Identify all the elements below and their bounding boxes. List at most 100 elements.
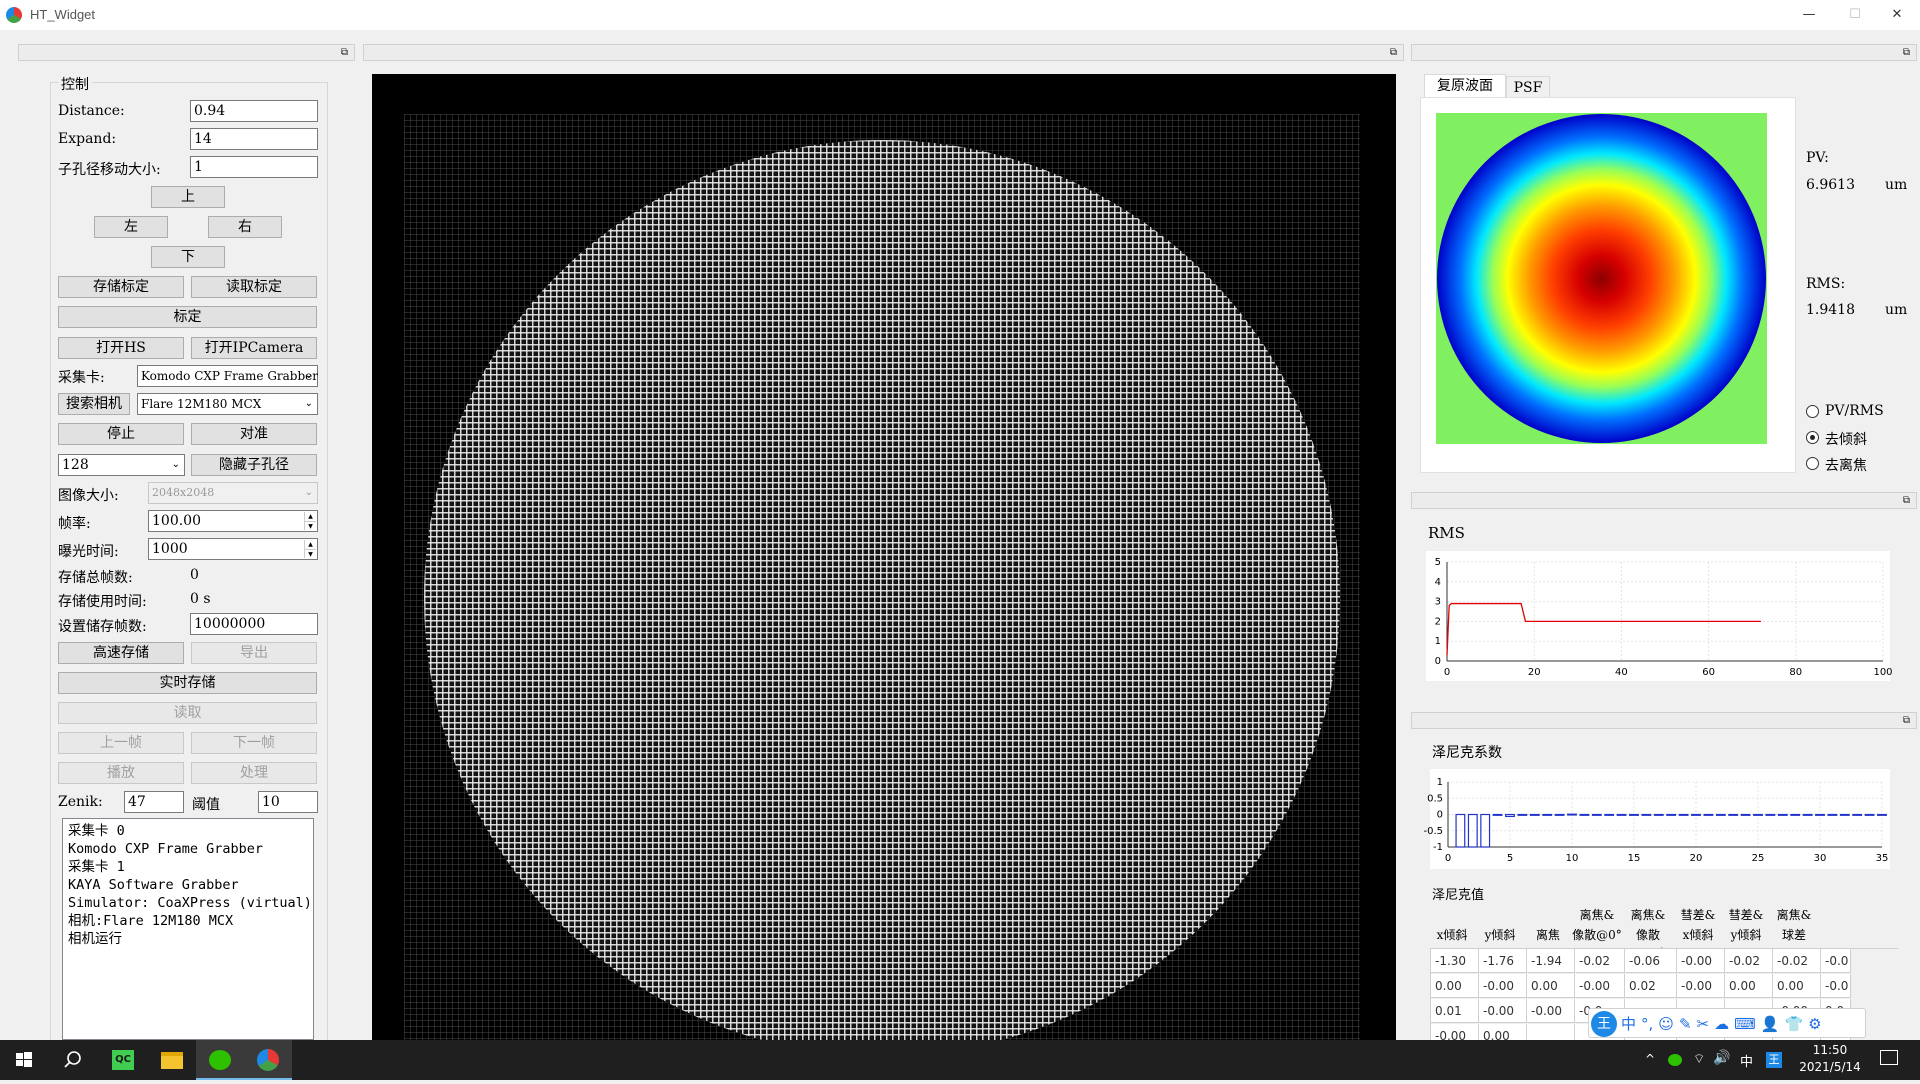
radio-pv-rms[interactable] — [1806, 405, 1819, 418]
zernike-table-cell[interactable]: -0.02 — [1575, 949, 1625, 973]
control-dock-header[interactable]: ⧉ — [18, 44, 355, 61]
move-down-button[interactable]: 下 — [151, 246, 225, 268]
camera-select[interactable]: Flare 12M180 MCX ⌄ — [137, 393, 318, 415]
zernike-table-cell[interactable]: 0.02 — [1625, 974, 1677, 998]
start-button[interactable] — [0, 1040, 48, 1080]
search-button[interactable] — [48, 1040, 96, 1080]
ime-cloud-icon[interactable]: ☁ — [1714, 1013, 1729, 1035]
process-button[interactable]: 处理 — [191, 762, 317, 784]
align-button[interactable]: 对准 — [191, 423, 317, 445]
minimize-button[interactable]: — — [1786, 0, 1832, 30]
set-frames-input[interactable]: 10000000 — [190, 613, 318, 635]
zernike-table-cell[interactable]: -0.00 — [1575, 974, 1625, 998]
ime-user-icon[interactable]: 👤 — [1761, 1013, 1780, 1035]
zernike-table-cell[interactable]: 0.00 — [1773, 974, 1821, 998]
move-right-button[interactable]: 右 — [208, 216, 282, 238]
open-hs-button[interactable]: 打开HS — [58, 337, 184, 359]
realtime-save-button[interactable]: 实时存储 — [58, 672, 317, 694]
high-speed-save-button[interactable]: 高速存储 — [58, 642, 184, 664]
maximize-button[interactable]: ☐ — [1832, 0, 1878, 30]
tray-wechat-icon[interactable] — [1668, 1054, 1682, 1066]
move-left-button[interactable]: 左 — [94, 216, 168, 238]
zernike-table-cell[interactable]: 0.00 — [1725, 974, 1773, 998]
rms-dock-header[interactable]: ⧉ — [1411, 492, 1917, 509]
zernike-table-cell[interactable]: -1.30 — [1431, 949, 1479, 973]
zernike-table-cell[interactable]: -0.00 — [1479, 999, 1527, 1023]
spin-up-icon[interactable]: ▲ — [304, 512, 316, 521]
stop-button[interactable]: 停止 — [58, 423, 184, 445]
zernike-table-cell[interactable]: -0.02 — [1773, 949, 1821, 973]
tray-language[interactable]: 中 — [1740, 1051, 1753, 1070]
wifi-icon[interactable]: ⌔ — [1693, 1051, 1705, 1067]
zernike-table-cell[interactable]: -0.0 — [1821, 974, 1851, 998]
zernike-table-cell[interactable]: -0.0 — [1821, 949, 1851, 973]
ime-skin-icon[interactable]: 👕 — [1784, 1013, 1803, 1035]
zernike-table-cell[interactable]: -0.00 — [1479, 974, 1527, 998]
search-camera-button[interactable]: 搜索相机 — [58, 393, 130, 415]
notification-icon[interactable] — [1880, 1050, 1898, 1065]
radio-remove-tilt[interactable] — [1806, 431, 1819, 444]
exposure-spinbox[interactable]: 1000 ▲ ▼ — [148, 538, 318, 560]
ime-mode-icon[interactable]: 中 — [1621, 1013, 1636, 1035]
hide-aperture-button[interactable]: 隐藏子孔径 — [191, 454, 317, 476]
ime-emoji-icon[interactable]: ☺ — [1658, 1013, 1674, 1035]
zernike-table-cell[interactable]: -0.06 — [1625, 949, 1677, 973]
ime-logo-icon[interactable]: 王 — [1591, 1011, 1617, 1037]
zernike-table-cell[interactable]: -0.00 — [1431, 1024, 1479, 1040]
export-button[interactable]: 导出 — [191, 642, 317, 664]
zenik-input[interactable]: 47 — [124, 791, 184, 813]
ime-punct-icon[interactable]: °, — [1641, 1013, 1653, 1035]
volume-icon[interactable]: 🔊 — [1713, 1050, 1730, 1066]
clock-date[interactable]: 2021/5/14 — [1798, 1060, 1862, 1074]
zernike-table-cell[interactable]: 0.01 — [1431, 999, 1479, 1023]
zernike-table-cell[interactable]: 0.00 — [1431, 974, 1479, 998]
ime-toolbar[interactable]: 王 中 °, ☺ ✎ ✂ ☁ ⌨ 👤 👕 ⚙ — [1588, 1008, 1866, 1038]
image-dock-header[interactable]: ⧉ — [363, 44, 1404, 61]
zernike-table-cell[interactable]: 0.00 — [1527, 974, 1575, 998]
spin-down-icon[interactable]: ▼ — [304, 521, 316, 530]
read-button[interactable]: 读取 — [58, 702, 317, 724]
expand-input[interactable]: 14 — [190, 128, 318, 150]
clock-time[interactable]: 11:50 — [1798, 1043, 1862, 1057]
save-calibration-button[interactable]: 存储标定 — [58, 276, 184, 298]
zernike-table-cell[interactable]: -1.94 — [1527, 949, 1575, 973]
prev-frame-button[interactable]: 上一帧 — [58, 732, 184, 754]
undock-icon[interactable]: ⧉ — [1903, 713, 1910, 729]
play-button[interactable]: 播放 — [58, 762, 184, 784]
taskbar-qt-creator[interactable]: QC — [100, 1040, 148, 1080]
distance-input[interactable]: 0.94 — [190, 100, 318, 122]
calibrate-button[interactable]: 标定 — [58, 306, 317, 328]
log-output[interactable]: 采集卡 0 Komodo CXP Frame Grabber 采集卡 1 KAYA S… — [62, 818, 314, 1040]
undock-icon[interactable]: ⧉ — [341, 45, 348, 61]
camera-image-view[interactable] — [372, 74, 1396, 1040]
undock-icon[interactable]: ⧉ — [1903, 45, 1910, 61]
tab-psf[interactable]: PSF — [1506, 76, 1550, 97]
undock-icon[interactable]: ⧉ — [1903, 493, 1910, 509]
zernike-table-cell[interactable]: -0.02 — [1725, 949, 1773, 973]
grabber-select[interactable]: Komodo CXP Frame Grabber ⌄ — [137, 365, 318, 387]
zernike-table-cell[interactable]: -1.76 — [1479, 949, 1527, 973]
tray-chevron-icon[interactable]: ^ — [1645, 1052, 1655, 1066]
wavefront-dock-header[interactable]: ⧉ — [1411, 44, 1917, 61]
zernike-table-cell[interactable] — [1527, 1024, 1575, 1040]
taskbar-wechat[interactable] — [196, 1040, 244, 1080]
aperture-size-select[interactable]: 128 ⌄ — [58, 454, 185, 476]
tab-wavefront[interactable]: 复原波面 — [1424, 74, 1506, 97]
move-up-button[interactable]: 上 — [151, 186, 225, 208]
ime-settings-icon[interactable]: ⚙ — [1808, 1013, 1821, 1035]
spin-up-icon[interactable]: ▲ — [304, 540, 316, 549]
spin-down-icon[interactable]: ▼ — [304, 549, 316, 558]
zernike-table-cell[interactable]: -0.00 — [1677, 949, 1725, 973]
open-ipcamera-button[interactable]: 打开IPCamera — [191, 337, 317, 359]
fps-spinbox[interactable]: 100.00 ▲ ▼ — [148, 510, 318, 532]
threshold-input[interactable]: 10 — [258, 791, 318, 813]
ime-keyboard-icon[interactable]: ⌨ — [1734, 1013, 1756, 1035]
close-button[interactable]: ✕ — [1874, 0, 1920, 30]
ime-handwrite-icon[interactable]: ✎ — [1679, 1013, 1692, 1035]
aperture-move-input[interactable]: 1 — [190, 156, 318, 178]
zernike-table-cell[interactable]: 0.00 — [1479, 1024, 1527, 1040]
next-frame-button[interactable]: 下一帧 — [191, 732, 317, 754]
undock-icon[interactable]: ⧉ — [1390, 45, 1397, 61]
radio-remove-defocus[interactable] — [1806, 457, 1819, 470]
taskbar-file-explorer[interactable] — [148, 1040, 196, 1080]
